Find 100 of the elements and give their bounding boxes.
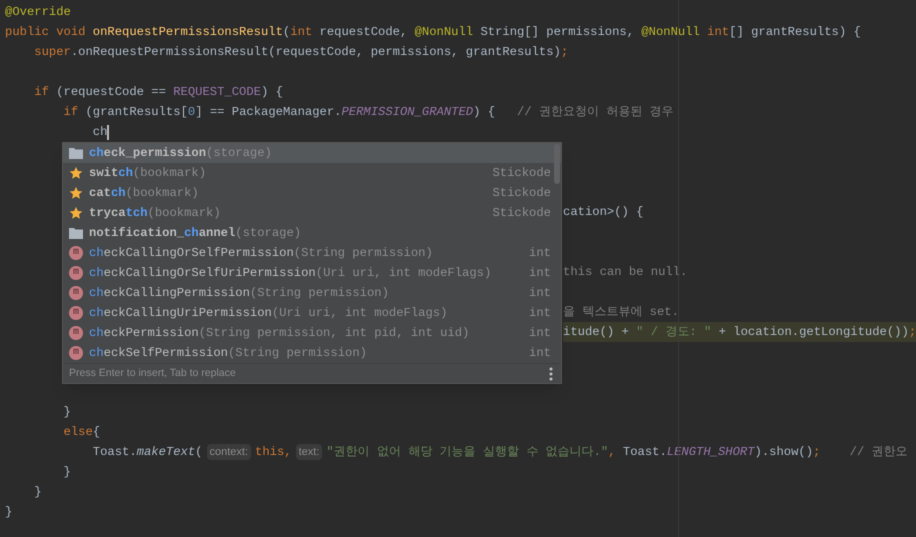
method-icon: m <box>69 346 83 360</box>
code-token: } <box>62 464 71 481</box>
code-token: LENGTH_SHORT <box>666 444 755 461</box>
parameter-hint: context: <box>206 444 252 460</box>
code-token: ch <box>92 124 108 141</box>
completion-type: Stickode <box>492 164 551 182</box>
code-token: else <box>62 424 93 441</box>
completion-name: checkCallingUriPermission <box>89 304 272 322</box>
code-token: Toast. <box>622 444 667 461</box>
code-token: PERMISSION_GRANTED <box>341 104 474 121</box>
folder-icon <box>69 227 83 239</box>
code-token: (grantResults[ <box>84 104 188 121</box>
completion-name: checkCallingOrSelfUriPermission <box>89 264 316 282</box>
code-token: ( <box>195 444 202 461</box>
code-token: { <box>92 424 100 441</box>
code-token: ( <box>282 24 290 41</box>
completion-name: check_permission <box>89 144 206 162</box>
code-token: @Override <box>5 4 71 21</box>
code-token: (requestCode == <box>55 84 167 101</box>
code-token: int <box>706 24 730 41</box>
completion-item[interactable]: m checkCallingUriPermission(Uri uri, int modeFlags) int <box>63 303 561 323</box>
completion-params: (storage) <box>235 224 302 242</box>
code-token: } <box>62 404 71 421</box>
more-options-icon[interactable] <box>549 366 553 380</box>
completion-params: (String permission) <box>294 244 433 262</box>
code-token: // 권한오 <box>848 444 908 461</box>
completion-type: int <box>529 344 551 362</box>
completion-params: (bookmark) <box>132 164 206 182</box>
completion-item[interactable]: m checkPermission(String permission, int pid, int uid) int <box>63 323 561 343</box>
code-token: ; <box>813 444 820 461</box>
method-icon: m <box>69 326 83 340</box>
code-token: if <box>33 84 49 101</box>
code-token: super <box>33 44 71 61</box>
completion-item[interactable]: trycatch(bookmark) Stickode <box>63 203 561 223</box>
completion-name: notification_channel <box>89 224 236 242</box>
code-token: } <box>5 504 12 521</box>
completion-name: switch <box>89 164 133 182</box>
method-icon: m <box>69 306 83 320</box>
code-token: @NonNull <box>641 24 700 41</box>
completion-params: (String permission) <box>228 344 367 362</box>
code-token: cation>() { <box>563 204 644 221</box>
completion-item[interactable]: catch(bookmark) Stickode <box>63 183 561 203</box>
completion-name: trycatch <box>89 204 148 222</box>
code-token: ).show() <box>754 444 814 461</box>
code-token: this, <box>255 444 292 461</box>
code-token: Toast. <box>92 444 137 461</box>
completion-params: (bookmark) <box>148 204 221 222</box>
completion-item[interactable]: m checkCallingOrSelfPermission(String permission) int <box>63 243 561 263</box>
code-token: requestCode, <box>318 24 408 41</box>
code-token: ) { <box>261 84 283 101</box>
star-icon <box>69 206 83 220</box>
completion-params: (String permission, int pid, int uid) <box>198 324 470 342</box>
method-icon: m <box>69 266 83 280</box>
completion-type: int <box>529 264 551 282</box>
star-icon <box>69 166 83 180</box>
completion-name: checkCallingOrSelfPermission <box>89 244 294 262</box>
completion-type: int <box>529 284 551 302</box>
completion-item[interactable]: m checkCallingPermission(String permission) int <box>63 283 561 303</box>
completion-name: checkCallingPermission <box>89 284 250 302</box>
method-icon: m <box>69 286 83 300</box>
code-token: + location.getLongitude()) <box>718 324 909 341</box>
completion-name: checkSelfPermission <box>89 344 228 362</box>
code-token: "권한이 없어 해당 기능을 실행할 수 없습니다." <box>326 444 608 461</box>
completion-params: (String permission) <box>250 284 389 302</box>
folder-icon <box>69 147 83 159</box>
code-token: int <box>290 24 312 41</box>
completion-type: Stickode <box>492 204 551 222</box>
code-token: // 권한요청이 허용된 경우 <box>517 104 674 121</box>
completion-type: int <box>529 304 551 322</box>
completion-name: checkPermission <box>89 324 199 342</box>
completion-params: (bookmark) <box>126 184 199 202</box>
completion-name: catch <box>89 184 126 202</box>
code-token: " / 경도: " <box>636 324 712 341</box>
completion-params: (Uri uri, int modeFlags) <box>316 264 492 282</box>
completion-params: (Uri uri, int modeFlags) <box>272 304 448 322</box>
completion-hint: Press Enter to insert, Tab to replace <box>69 366 236 381</box>
completion-item[interactable]: m checkCallingOrSelfUriPermission(Uri uri, int modeFlags) int <box>63 263 561 283</box>
method-icon: m <box>69 246 83 260</box>
code-token: REQUEST_CODE <box>173 84 261 101</box>
code-token: onRequestPermissionsResult <box>92 24 283 41</box>
completion-item[interactable]: notification_channel(storage) <box>63 223 561 243</box>
code-token: if <box>62 104 78 121</box>
code-token: } <box>33 484 42 501</box>
completion-item[interactable]: m checkSelfPermission(String permission) int <box>63 343 561 363</box>
code-token: [] grantResults) { <box>729 24 861 41</box>
code-token: this can be null. <box>563 264 688 281</box>
code-token: 을 텍스트뷰에 set. <box>563 304 679 321</box>
code-token: String[] permissions, <box>479 24 636 41</box>
code-token: public void <box>5 24 86 41</box>
completion-type: Stickode <box>492 184 551 202</box>
parameter-hint: text: <box>296 444 322 460</box>
completion-type: int <box>529 324 551 342</box>
completion-item[interactable]: switch(bookmark) Stickode <box>63 163 561 183</box>
code-token: , <box>608 444 617 461</box>
code-token: ; <box>560 44 568 61</box>
code-token: 0 <box>188 104 196 121</box>
code-token: ] == PackageManager. <box>195 104 342 121</box>
code-token: .onRequestPermissionsResult(requestCode, permissions, grantResults) <box>70 44 561 61</box>
code-token: @NonNull <box>414 24 474 41</box>
code-token: ; <box>908 324 916 341</box>
